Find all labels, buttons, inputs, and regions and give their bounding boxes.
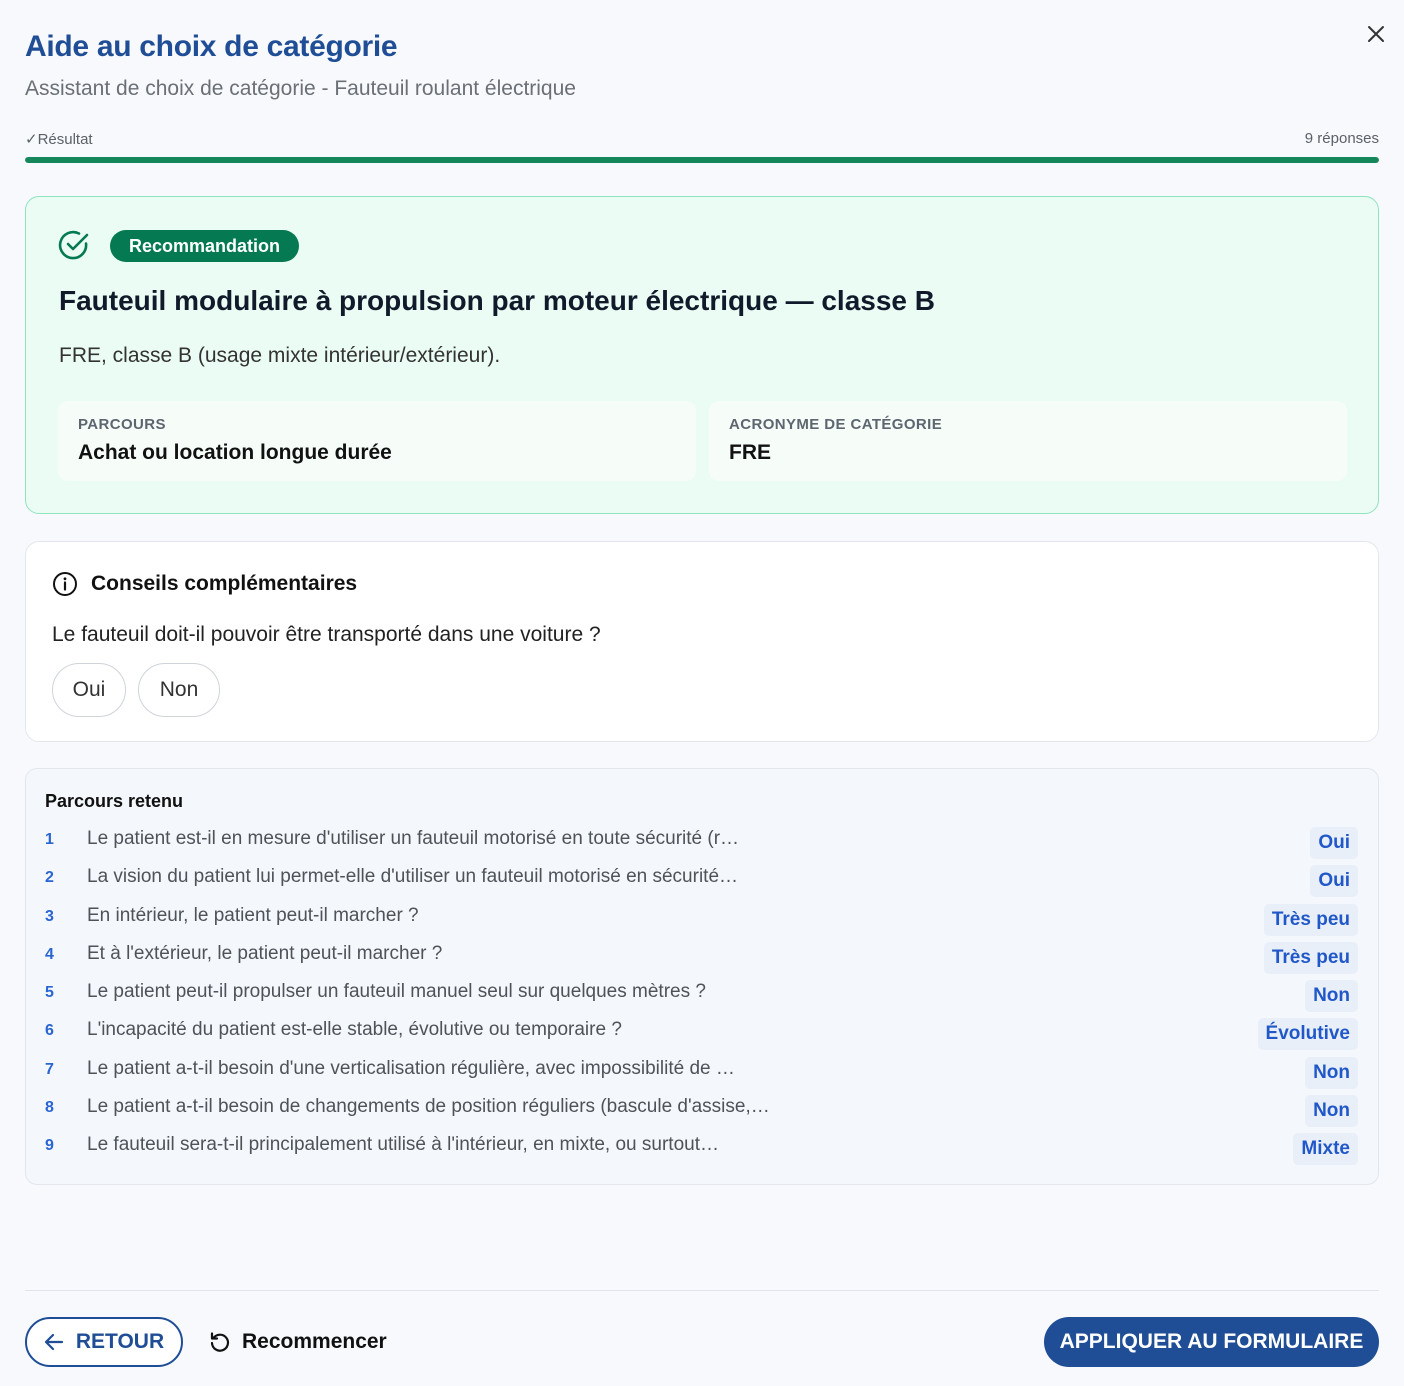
progress-bar [25, 157, 1379, 163]
restart-icon [210, 1332, 230, 1352]
item-question: Et à l'extérieur, le patient peut-il mar… [87, 942, 443, 964]
list-item: 7 Le patient a-t-il besoin d'une vertica… [26, 1055, 1378, 1093]
arrow-left-icon [44, 1333, 63, 1351]
footer-divider [25, 1290, 1379, 1291]
route-info-box: PARCOURS Achat ou location longue durée [58, 401, 696, 481]
item-number: 7 [45, 1060, 54, 1078]
item-question: En intérieur, le patient peut-il marcher… [87, 904, 419, 926]
advice-question: Le fauteuil doit-il pouvoir être transpo… [52, 623, 601, 646]
route-value: Achat ou location longue durée [78, 441, 392, 464]
recommendation-description: FRE, classe B (usage mixte intérieur/ext… [59, 344, 501, 367]
item-number: 1 [45, 831, 54, 848]
acronym-info-box: ACRONYME DE CATÉGORIE FRE [709, 401, 1347, 481]
item-question: La vision du patient lui permet-elle d'u… [87, 866, 739, 888]
item-answer: Non [1305, 1056, 1358, 1089]
list-item: 1 Le patient est-il en mesure d'utiliser… [26, 825, 1378, 863]
item-number: 5 [45, 984, 54, 1002]
back-button[interactable]: RETOUR [25, 1317, 183, 1367]
item-question: Le patient peut-il propulser un fauteuil… [87, 981, 706, 1003]
item-number: 6 [45, 1022, 54, 1040]
list-item: 9 Le fauteuil sera-t-il principalement u… [26, 1131, 1378, 1169]
info-icon [53, 572, 77, 596]
list-item: 6 L'incapacité du patient est-elle stabl… [26, 1016, 1378, 1054]
check-circle-icon [58, 230, 89, 260]
item-number: 3 [45, 907, 54, 925]
restart-button-label: Recommencer [242, 1330, 387, 1353]
item-answer: Mixte [1293, 1133, 1358, 1166]
path-summary-card: Parcours retenu 1 Le patient est-il en m… [25, 768, 1379, 1185]
progress-bar-fill [25, 157, 1379, 163]
page-title: Aide au choix de catégorie [25, 30, 398, 63]
list-item: 5 Le patient peut-il propulser un fauteu… [26, 978, 1378, 1016]
item-answer: Oui [1310, 865, 1358, 898]
acronym-value: FRE [729, 441, 771, 464]
item-answer: Très peu [1263, 941, 1358, 974]
item-question: Le patient a-t-il besoin d'une verticali… [87, 1057, 735, 1079]
answer-yes-button[interactable]: Oui [52, 663, 126, 717]
close-icon [1368, 26, 1384, 42]
route-label: PARCOURS [78, 416, 166, 433]
list-item: 8 Le patient a-t-il besoin de changement… [26, 1093, 1378, 1131]
list-item: 2 La vision du patient lui permet-elle d… [26, 863, 1378, 901]
apply-to-form-button[interactable]: APPLIQUER AU FORMULAIRE [1044, 1317, 1379, 1367]
path-title: Parcours retenu [45, 791, 184, 811]
item-question: Le fauteuil sera-t-il principalement uti… [87, 1134, 719, 1156]
item-question: Le patient a-t-il besoin de changements … [87, 1096, 770, 1118]
advice-title: Conseils complémentaires [91, 572, 358, 595]
restart-button[interactable]: Recommencer [208, 1317, 387, 1367]
back-button-label: RETOUR [75, 1330, 165, 1353]
recommendation-card: Recommandation Fauteuil modulaire à prop… [25, 196, 1379, 514]
item-question: L'incapacité du patient est-elle stable,… [87, 1019, 622, 1041]
item-number: 8 [45, 1099, 54, 1117]
acronym-label: ACRONYME DE CATÉGORIE [729, 416, 943, 433]
recommendation-badge: Recommandation [110, 230, 300, 262]
recommendation-title: Fauteuil modulaire à propulsion par mote… [59, 285, 935, 316]
close-button[interactable] [1362, 20, 1390, 48]
path-list: 1 Le patient est-il en mesure d'utiliser… [26, 825, 1378, 1170]
list-item: 3 En intérieur, le patient peut-il march… [26, 902, 1378, 940]
item-number: 9 [45, 1137, 54, 1155]
page-subtitle: Assistant de choix de catégorie - Fauteu… [25, 77, 576, 100]
item-answer: Non [1305, 980, 1358, 1013]
item-number: 2 [45, 869, 54, 887]
list-item: 4 Et à l'extérieur, le patient peut-il m… [26, 940, 1378, 978]
item-question: Le patient est-il en mesure d'utiliser u… [87, 828, 740, 849]
item-answer: Non [1305, 1095, 1358, 1128]
item-answer: Oui [1310, 827, 1358, 859]
item-answer: Très peu [1263, 903, 1358, 936]
item-answer: Évolutive [1257, 1018, 1358, 1051]
item-number: 4 [45, 945, 54, 963]
progress-count: 9 réponses [1304, 130, 1379, 147]
advice-card: Conseils complémentaires Le fauteuil doi… [25, 541, 1379, 742]
progress-step-label: ✓Résultat [25, 131, 93, 148]
answer-no-button[interactable]: Non [138, 663, 220, 717]
